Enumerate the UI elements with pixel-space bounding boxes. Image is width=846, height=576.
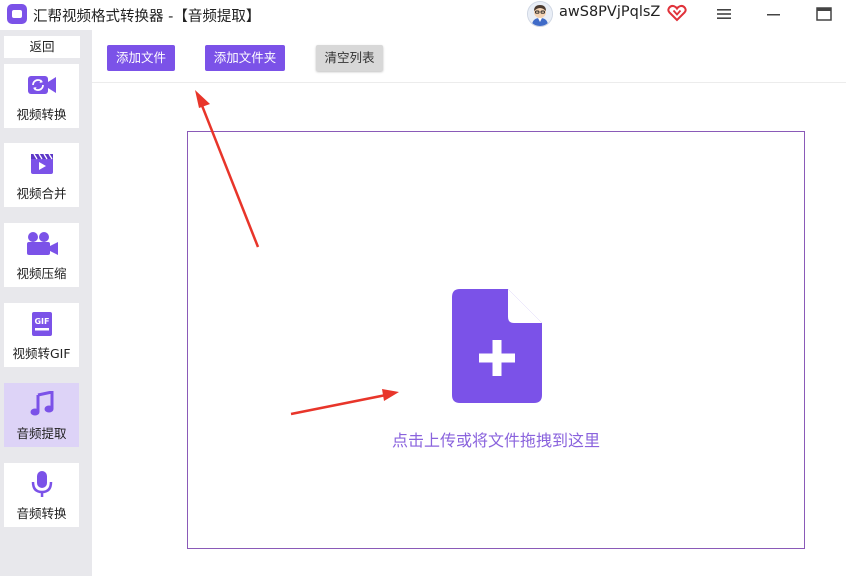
- minimize-icon[interactable]: [760, 2, 788, 26]
- video-convert-icon: [4, 72, 79, 98]
- sidebar-item-label: 视频合并: [16, 186, 67, 201]
- back-button[interactable]: 返回: [4, 36, 80, 58]
- maximize-icon[interactable]: [810, 2, 838, 26]
- sidebar-item-audio-convert[interactable]: 音频转换: [4, 463, 79, 527]
- app-logo-icon: [7, 4, 27, 24]
- toolbar-divider: [92, 82, 846, 83]
- sidebar-item-audio-extract[interactable]: 音频提取: [4, 383, 79, 447]
- hamburger-menu-icon[interactable]: [710, 2, 738, 26]
- file-plus-icon[interactable]: [452, 289, 542, 403]
- sidebar-item-label: 音频提取: [16, 426, 67, 441]
- svg-text:GIF: GIF: [34, 317, 49, 326]
- sidebar-item-label: 音频转换: [16, 506, 67, 521]
- sidebar-item-video-merge[interactable]: 视频合并: [4, 143, 79, 207]
- clear-list-button[interactable]: 清空列表: [316, 45, 383, 71]
- video-merge-icon: [4, 151, 79, 177]
- gif-icon: GIF: [4, 311, 79, 337]
- title-bar: 汇帮视频格式转换器 -【音频提取】 awS8PVjPqlsZ: [0, 0, 846, 30]
- microphone-icon: [4, 471, 79, 497]
- add-folder-button[interactable]: 添加文件夹: [205, 45, 285, 71]
- sidebar-item-label: 视频转换: [16, 107, 67, 122]
- sidebar-item-video-convert[interactable]: 视频转换: [4, 64, 79, 128]
- drop-hint-text: 点击上传或将文件拖拽到这里: [391, 431, 600, 450]
- sidebar-item-label: 视频转GIF: [12, 346, 71, 361]
- video-compress-icon: [4, 231, 79, 257]
- music-note-icon: [4, 391, 79, 417]
- add-file-button[interactable]: 添加文件: [107, 45, 175, 71]
- user-avatar-icon[interactable]: [527, 1, 553, 27]
- sidebar-item-video-compress[interactable]: 视频压缩: [4, 223, 79, 287]
- sidebar-item-video-to-gif[interactable]: GIF 视频转GIF: [4, 303, 79, 367]
- vip-heart-icon[interactable]: [667, 4, 687, 22]
- window-title: 汇帮视频格式转换器 -【音频提取】: [33, 9, 261, 25]
- user-name[interactable]: awS8PVjPqlsZ: [559, 4, 660, 20]
- sidebar-item-label: 视频压缩: [16, 266, 67, 281]
